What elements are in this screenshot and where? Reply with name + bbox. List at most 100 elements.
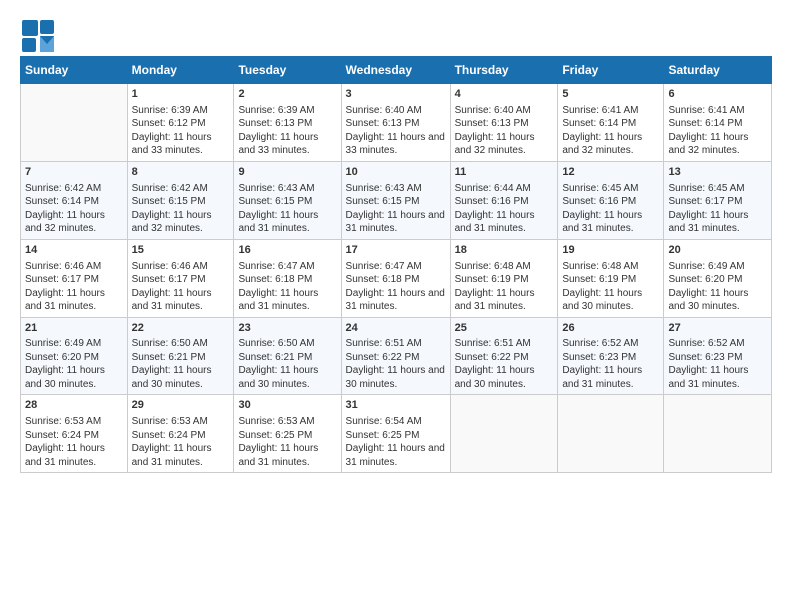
sunset: Sunset: 6:13 PM (238, 117, 336, 131)
sunset: Sunset: 6:22 PM (455, 351, 554, 365)
week-row-1: 7Sunrise: 6:42 AMSunset: 6:14 PMDaylight… (21, 161, 772, 239)
sunset: Sunset: 6:13 PM (346, 117, 446, 131)
week-row-2: 14Sunrise: 6:46 AMSunset: 6:17 PMDayligh… (21, 239, 772, 317)
day-number: 16 (238, 243, 336, 258)
calendar-cell: 26Sunrise: 6:52 AMSunset: 6:23 PMDayligh… (558, 317, 664, 395)
day-number: 21 (25, 321, 123, 336)
daylight: Daylight: 11 hours and 33 minutes. (346, 131, 446, 158)
header-cell-wednesday: Wednesday (341, 57, 450, 84)
sunrise: Sunrise: 6:52 AM (562, 337, 659, 351)
sunset: Sunset: 6:23 PM (562, 351, 659, 365)
sunset: Sunset: 6:25 PM (238, 429, 336, 443)
day-number: 13 (668, 165, 767, 180)
sunrise: Sunrise: 6:53 AM (25, 415, 123, 429)
header (20, 18, 772, 46)
daylight: Daylight: 11 hours and 32 minutes. (25, 209, 123, 236)
sunset: Sunset: 6:24 PM (25, 429, 123, 443)
sunset: Sunset: 6:14 PM (562, 117, 659, 131)
daylight: Daylight: 11 hours and 31 minutes. (668, 364, 767, 391)
daylight: Daylight: 11 hours and 31 minutes. (238, 442, 336, 469)
day-number: 1 (132, 87, 230, 102)
daylight: Daylight: 11 hours and 33 minutes. (238, 131, 336, 158)
header-row: SundayMondayTuesdayWednesdayThursdayFrid… (21, 57, 772, 84)
logo-icon (20, 18, 48, 46)
daylight: Daylight: 11 hours and 31 minutes. (132, 442, 230, 469)
sunset: Sunset: 6:14 PM (25, 195, 123, 209)
calendar-cell: 11Sunrise: 6:44 AMSunset: 6:16 PMDayligh… (450, 161, 558, 239)
daylight: Daylight: 11 hours and 31 minutes. (455, 209, 554, 236)
week-row-3: 21Sunrise: 6:49 AMSunset: 6:20 PMDayligh… (21, 317, 772, 395)
sunset: Sunset: 6:21 PM (132, 351, 230, 365)
sunrise: Sunrise: 6:51 AM (455, 337, 554, 351)
daylight: Daylight: 11 hours and 31 minutes. (562, 209, 659, 236)
sunrise: Sunrise: 6:41 AM (562, 104, 659, 118)
calendar-cell (450, 395, 558, 473)
day-number: 26 (562, 321, 659, 336)
daylight: Daylight: 11 hours and 31 minutes. (25, 287, 123, 314)
day-number: 8 (132, 165, 230, 180)
calendar-cell (21, 84, 128, 162)
sunrise: Sunrise: 6:40 AM (455, 104, 554, 118)
sunset: Sunset: 6:15 PM (346, 195, 446, 209)
sunrise: Sunrise: 6:53 AM (132, 415, 230, 429)
calendar-cell: 4Sunrise: 6:40 AMSunset: 6:13 PMDaylight… (450, 84, 558, 162)
day-number: 9 (238, 165, 336, 180)
daylight: Daylight: 11 hours and 30 minutes. (25, 364, 123, 391)
day-number: 6 (668, 87, 767, 102)
sunset: Sunset: 6:14 PM (668, 117, 767, 131)
day-number: 18 (455, 243, 554, 258)
sunset: Sunset: 6:21 PM (238, 351, 336, 365)
daylight: Daylight: 11 hours and 32 minutes. (562, 131, 659, 158)
sunset: Sunset: 6:13 PM (455, 117, 554, 131)
header-cell-saturday: Saturday (664, 57, 772, 84)
sunrise: Sunrise: 6:49 AM (25, 337, 123, 351)
sunset: Sunset: 6:23 PM (668, 351, 767, 365)
sunrise: Sunrise: 6:52 AM (668, 337, 767, 351)
day-number: 7 (25, 165, 123, 180)
daylight: Daylight: 11 hours and 31 minutes. (346, 209, 446, 236)
header-cell-friday: Friday (558, 57, 664, 84)
sunrise: Sunrise: 6:49 AM (668, 260, 767, 274)
daylight: Daylight: 11 hours and 30 minutes. (562, 287, 659, 314)
header-cell-sunday: Sunday (21, 57, 128, 84)
calendar-cell: 29Sunrise: 6:53 AMSunset: 6:24 PMDayligh… (127, 395, 234, 473)
sunrise: Sunrise: 6:42 AM (132, 182, 230, 196)
sunrise: Sunrise: 6:39 AM (132, 104, 230, 118)
week-row-0: 1Sunrise: 6:39 AMSunset: 6:12 PMDaylight… (21, 84, 772, 162)
header-cell-thursday: Thursday (450, 57, 558, 84)
calendar-cell: 17Sunrise: 6:47 AMSunset: 6:18 PMDayligh… (341, 239, 450, 317)
day-number: 23 (238, 321, 336, 336)
sunrise: Sunrise: 6:46 AM (25, 260, 123, 274)
logo (20, 18, 52, 46)
calendar-cell: 31Sunrise: 6:54 AMSunset: 6:25 PMDayligh… (341, 395, 450, 473)
sunrise: Sunrise: 6:54 AM (346, 415, 446, 429)
daylight: Daylight: 11 hours and 32 minutes. (132, 209, 230, 236)
sunrise: Sunrise: 6:45 AM (562, 182, 659, 196)
sunset: Sunset: 6:20 PM (668, 273, 767, 287)
sunset: Sunset: 6:12 PM (132, 117, 230, 131)
day-number: 20 (668, 243, 767, 258)
day-number: 22 (132, 321, 230, 336)
sunset: Sunset: 6:24 PM (132, 429, 230, 443)
sunset: Sunset: 6:15 PM (238, 195, 336, 209)
sunset: Sunset: 6:17 PM (25, 273, 123, 287)
calendar-cell: 15Sunrise: 6:46 AMSunset: 6:17 PMDayligh… (127, 239, 234, 317)
daylight: Daylight: 11 hours and 30 minutes. (238, 364, 336, 391)
calendar-cell: 7 Sunrise: 6:42 AMSunset: 6:14 PMDaylight… (21, 161, 128, 239)
daylight: Daylight: 11 hours and 31 minutes. (562, 364, 659, 391)
sunrise: Sunrise: 6:53 AM (238, 415, 336, 429)
calendar-cell: 5Sunrise: 6:41 AMSunset: 6:14 PMDaylight… (558, 84, 664, 162)
calendar-cell: 20Sunrise: 6:49 AMSunset: 6:20 PMDayligh… (664, 239, 772, 317)
calendar-cell: 12Sunrise: 6:45 AMSunset: 6:16 PMDayligh… (558, 161, 664, 239)
calendar-table: SundayMondayTuesdayWednesdayThursdayFrid… (20, 56, 772, 473)
daylight: Daylight: 11 hours and 32 minutes. (668, 131, 767, 158)
sunrise: Sunrise: 6:44 AM (455, 182, 554, 196)
sunrise: Sunrise: 6:46 AM (132, 260, 230, 274)
sunrise: Sunrise: 6:39 AM (238, 104, 336, 118)
daylight: Daylight: 11 hours and 30 minutes. (455, 364, 554, 391)
daylight: Daylight: 11 hours and 31 minutes. (455, 287, 554, 314)
daylight: Daylight: 11 hours and 33 minutes. (132, 131, 230, 158)
sunrise: Sunrise: 6:42 AM (25, 182, 123, 196)
sunset: Sunset: 6:19 PM (455, 273, 554, 287)
day-number: 17 (346, 243, 446, 258)
